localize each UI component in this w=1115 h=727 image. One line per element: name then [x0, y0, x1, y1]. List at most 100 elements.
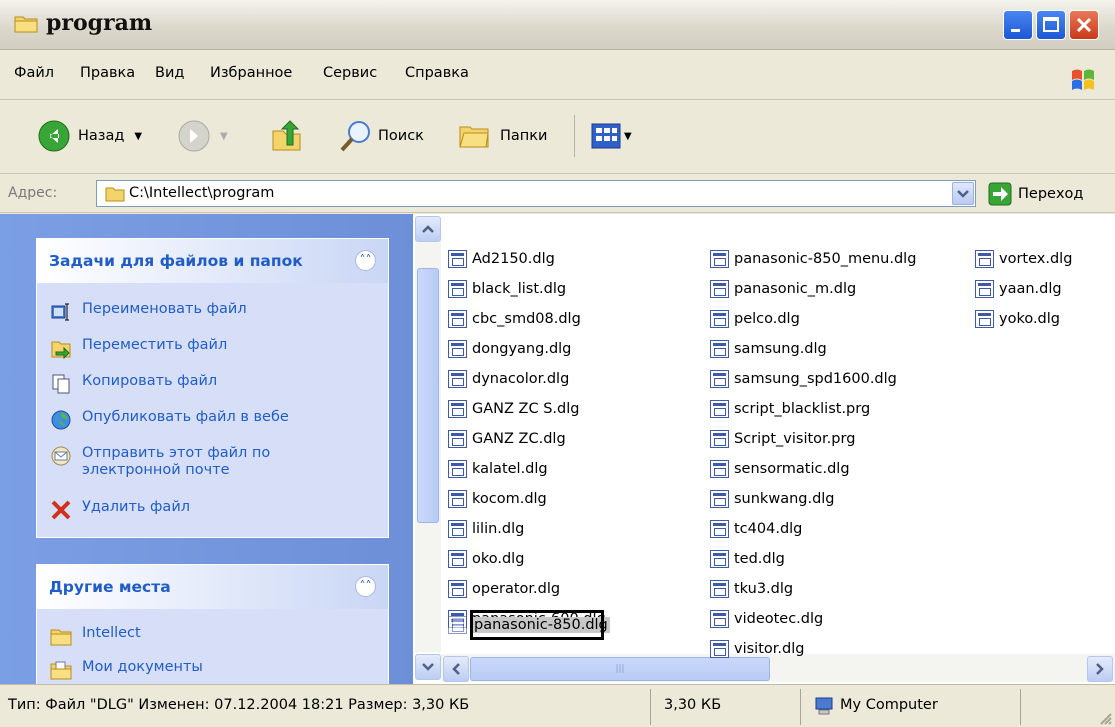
menu-help[interactable]: Справка	[405, 65, 469, 81]
file-item[interactable]: ted.dlg	[710, 548, 785, 570]
file-item[interactable]: videotec.dlg	[710, 608, 823, 630]
dlg-file-icon	[448, 430, 467, 448]
my-documents-icon	[50, 661, 72, 680]
file-item[interactable]: tc404.dlg	[710, 518, 802, 540]
file-name: GANZ ZC S.dlg	[472, 401, 580, 417]
file-item[interactable]: dongyang.dlg	[448, 338, 571, 360]
scroll-right-button[interactable]	[1087, 656, 1113, 682]
file-item[interactable]: samsung_spd1600.dlg	[710, 368, 897, 390]
task-email[interactable]: Отправить этот файл по электронной почте	[50, 445, 270, 479]
task-move-label: Переместить файл	[82, 337, 228, 353]
close-button[interactable]	[1069, 10, 1099, 40]
up-folder-button[interactable]	[270, 117, 304, 155]
forward-dropdown-icon[interactable]: ▼	[220, 131, 228, 142]
chevron-down-icon	[422, 663, 434, 671]
file-name: samsung_spd1600.dlg	[734, 371, 897, 387]
prg-file-icon	[710, 400, 729, 418]
file-item[interactable]: script_blacklist.prg	[710, 398, 870, 420]
file-item[interactable]: sunkwang.dlg	[710, 488, 835, 510]
file-item[interactable]: yoko.dlg	[975, 308, 1060, 330]
file-item[interactable]: GANZ ZC S.dlg	[448, 398, 579, 420]
place-intellect[interactable]: Intellect	[50, 625, 141, 647]
menu-view[interactable]: Вид	[155, 65, 184, 81]
file-item[interactable]: dynacolor.dlg	[448, 368, 569, 390]
file-item[interactable]: vortex.dlg	[975, 248, 1072, 270]
task-move[interactable]: Переместить файл	[50, 337, 227, 359]
address-input[interactable]: C:\Intellect\program	[96, 180, 976, 207]
file-item[interactable]: kalatel.dlg	[448, 458, 548, 480]
menu-tools[interactable]: Сервис	[323, 65, 377, 81]
views-dropdown-icon[interactable]: ▼	[624, 131, 632, 142]
file-item[interactable]: samsung.dlg	[710, 338, 827, 360]
menu-edit[interactable]: Правка	[80, 65, 135, 81]
vertical-scroll-thumb[interactable]	[417, 268, 439, 523]
window-title: program	[46, 10, 153, 36]
address-dropdown-button[interactable]	[952, 182, 974, 205]
dlg-file-icon	[710, 520, 729, 538]
file-item[interactable]: GANZ ZC.dlg	[448, 428, 566, 450]
email-icon	[51, 446, 71, 466]
collapse-icon[interactable]: ˄˄	[355, 250, 376, 271]
file-tasks-header[interactable]: Задачи для файлов и папок ˄˄	[37, 239, 388, 283]
file-name: vortex.dlg	[999, 251, 1073, 267]
maximize-button[interactable]	[1036, 10, 1066, 40]
scroll-up-button[interactable]	[415, 216, 441, 242]
file-item[interactable]: visitor.dlg	[710, 638, 804, 660]
close-icon	[1076, 17, 1092, 33]
file-name: operator.dlg	[472, 581, 561, 597]
go-arrow-icon	[988, 182, 1012, 205]
file-item[interactable]: yaan.dlg	[975, 278, 1062, 300]
task-delete[interactable]: Удалить файл	[50, 499, 190, 521]
copy-icon	[52, 374, 70, 394]
menu-file[interactable]: Файл	[14, 65, 54, 81]
minimize-button[interactable]	[1003, 10, 1033, 40]
file-item[interactable]: pelco.dlg	[710, 308, 800, 330]
dlg-file-icon	[975, 280, 994, 298]
collapse-icon[interactable]: ˄˄	[355, 576, 376, 597]
file-item[interactable]: tku3.dlg	[710, 578, 793, 600]
scroll-down-button[interactable]	[415, 654, 441, 680]
file-item[interactable]: cbc_smd08.dlg	[448, 308, 581, 330]
back-dropdown-icon[interactable]: ▼	[134, 131, 142, 142]
forward-button[interactable]: ▼	[178, 117, 228, 155]
place-my-documents[interactable]: Мои документы	[50, 659, 203, 681]
place-my-documents-label: Мои документы	[82, 659, 203, 675]
windows-logo-icon	[1072, 69, 1094, 90]
back-label: Назад	[78, 128, 125, 144]
file-name: cbc_smd08.dlg	[472, 311, 581, 327]
go-button[interactable]: Переход	[988, 180, 1083, 207]
file-item[interactable]: panasonic-850_menu.dlg	[710, 248, 916, 270]
search-button[interactable]: Поиск	[338, 117, 424, 155]
dlg-file-icon	[448, 490, 467, 508]
search-icon	[340, 121, 370, 152]
file-item[interactable]: kocom.dlg	[448, 488, 547, 510]
folders-button[interactable]: Папки	[458, 117, 547, 155]
dlg-file-icon	[975, 310, 994, 328]
file-item[interactable]: oko.dlg	[448, 548, 524, 570]
file-name: tku3.dlg	[734, 581, 794, 597]
file-item[interactable]: lilin.dlg	[448, 518, 524, 540]
file-item[interactable]: black_list.dlg	[448, 278, 566, 300]
dlg-file-icon	[448, 460, 467, 478]
task-rename[interactable]: Переименовать файл	[50, 301, 247, 323]
title-bar[interactable]: program	[0, 0, 1115, 50]
back-button[interactable]: Назад ▼	[38, 117, 142, 155]
horizontal-scroll-thumb[interactable]: |||	[470, 657, 770, 681]
file-item[interactable]: Ad2150.dlg	[448, 248, 555, 270]
scroll-left-button[interactable]	[443, 656, 469, 682]
menu-favorites[interactable]: Избранное	[210, 65, 292, 81]
other-places-header[interactable]: Другие места ˄˄	[37, 565, 388, 609]
dlg-file-icon	[448, 550, 467, 568]
up-folder-icon	[272, 120, 301, 151]
file-item[interactable]: operator.dlg	[448, 578, 560, 600]
views-button[interactable]: ▼	[590, 117, 632, 155]
file-name: ted.dlg	[734, 551, 785, 567]
file-item[interactable]: panasonic_m.dlg	[710, 278, 856, 300]
file-item[interactable]: Script_visitor.prg	[710, 428, 855, 450]
resize-grip-icon[interactable]	[1098, 711, 1112, 725]
task-copy[interactable]: Копировать файл	[50, 373, 217, 395]
task-delete-label: Удалить файл	[82, 499, 191, 515]
file-item[interactable]: sensormatic.dlg	[710, 458, 850, 480]
dlg-file-icon	[710, 490, 729, 508]
task-publish-web[interactable]: Опубликовать файл в вебе	[50, 409, 289, 431]
